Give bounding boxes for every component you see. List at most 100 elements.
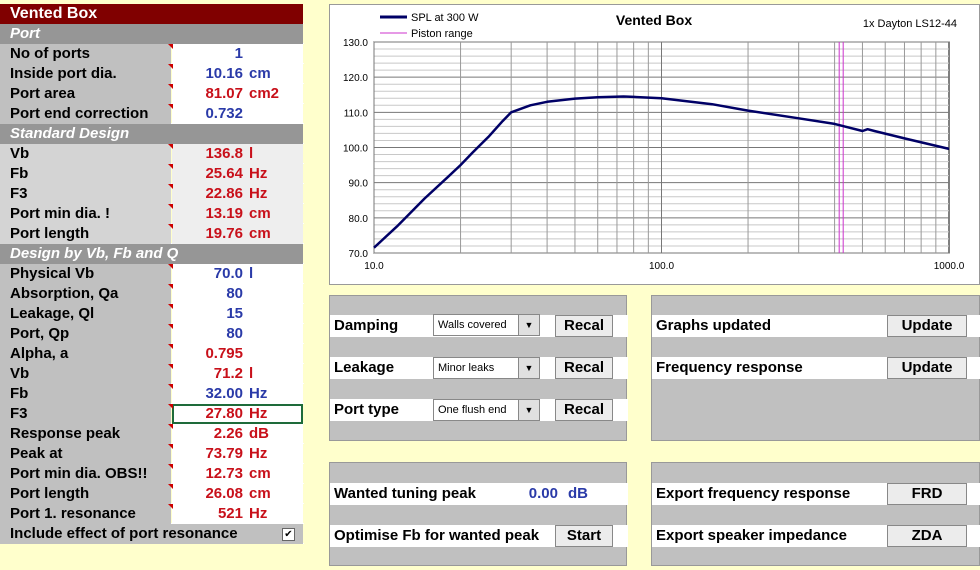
- param-row: Port, Qp 80: [0, 324, 304, 344]
- param-value: 73.79: [205, 445, 243, 462]
- param-value-cell[interactable]: 13.19 cm: [172, 204, 303, 224]
- param-value: 80: [226, 325, 243, 342]
- param-row: Port area 81.07 cm2: [0, 84, 304, 104]
- graphs-update-button[interactable]: Update: [887, 315, 967, 337]
- export-frd-label: Export frequency response: [656, 485, 851, 502]
- param-value-cell[interactable]: 27.80 Hz: [172, 404, 303, 424]
- chevron-down-icon[interactable]: ▼: [518, 358, 539, 378]
- porttype-dropdown[interactable]: One flush end ▼: [433, 399, 540, 421]
- param-label: Fb: [0, 164, 171, 184]
- comment-marker-icon: [168, 464, 173, 469]
- param-value-cell[interactable]: 0.732: [172, 104, 303, 124]
- chevron-down-icon[interactable]: ▼: [518, 400, 539, 420]
- param-value-cell[interactable]: 2.26 dB: [172, 424, 303, 444]
- comment-marker-icon: [168, 144, 173, 149]
- param-value-cell[interactable]: 15: [172, 304, 303, 324]
- chevron-down-icon[interactable]: ▼: [518, 315, 539, 335]
- comment-marker-icon: [168, 44, 173, 49]
- freqresp-update-button[interactable]: Update: [887, 357, 967, 379]
- y-tick-label: 80.0: [349, 214, 369, 225]
- wanted-peak-input[interactable]: 0.00 dB: [496, 483, 610, 505]
- export-zda-label: Export speaker impedance: [656, 527, 847, 544]
- param-value-cell[interactable]: 70.0 l: [172, 264, 303, 284]
- param-value: 81.07: [205, 85, 243, 102]
- comment-marker-icon: [168, 64, 173, 69]
- param-row: Port length 26.08 cm: [0, 484, 304, 504]
- param-unit: Hz: [249, 385, 268, 402]
- param-value-cell[interactable]: 0.795: [172, 344, 303, 364]
- param-row: Port 1. resonance 521 Hz: [0, 504, 304, 524]
- param-row: Vb 136.8 l: [0, 144, 304, 164]
- param-unit: dB: [249, 425, 269, 442]
- x-tick-label: 100.0: [649, 261, 674, 272]
- param-value-cell[interactable]: 19.76 cm: [172, 224, 303, 244]
- comment-marker-icon: [168, 304, 173, 309]
- comment-marker-icon: [168, 224, 173, 229]
- param-value-cell[interactable]: 80: [172, 324, 303, 344]
- param-value-cell[interactable]: 81.07 cm2: [172, 84, 303, 104]
- param-row: F3 22.86 Hz: [0, 184, 304, 204]
- porttype-recal-button[interactable]: Recal: [555, 399, 613, 421]
- param-value: 80: [226, 285, 243, 302]
- param-value: 136.8: [205, 145, 243, 162]
- param-value-cell[interactable]: 136.8 l: [172, 144, 303, 164]
- param-value: 0.795: [205, 345, 243, 362]
- param-label: Port end correction: [0, 104, 171, 124]
- y-tick-label: 70.0: [349, 249, 369, 260]
- comment-marker-icon: [168, 404, 173, 409]
- param-row: Fb 32.00 Hz: [0, 384, 304, 404]
- param-value: 71.2: [213, 365, 243, 382]
- spl-chart: 70.0 80.0 90.0 100.0 110.0 120.0 130.0 10.0 100.…: [329, 4, 980, 285]
- param-label: No of ports: [0, 44, 171, 64]
- standard-section-header-label: Standard Design: [0, 124, 303, 144]
- param-value-cell[interactable]: 25.64 Hz: [172, 164, 303, 184]
- include-port-resonance-row: Include effect of port resonance ✔: [0, 524, 304, 544]
- param-value-cell[interactable]: 12.73 cm: [172, 464, 303, 484]
- wanted-peak-value: 0.00: [528, 485, 558, 502]
- comment-marker-icon: [168, 384, 173, 389]
- param-row: Alpha, a 0.795: [0, 344, 304, 364]
- param-label: Port, Qp: [0, 324, 171, 344]
- standard-section-header: Standard Design: [0, 124, 304, 144]
- param-value-cell[interactable]: 26.08 cm: [172, 484, 303, 504]
- param-label: Alpha, a: [0, 344, 171, 364]
- chart-title: Vented Box: [616, 12, 692, 28]
- param-value: 32.00: [205, 385, 243, 402]
- tuning-panel: Wanted tuning peak 0.00 dB Optimise Fb f…: [329, 462, 628, 566]
- optimise-start-button[interactable]: Start: [555, 525, 613, 547]
- param-row: Leakage, Ql 15: [0, 304, 304, 324]
- damping-dropdown[interactable]: Walls covered ▼: [433, 314, 540, 336]
- param-value: 70.0: [213, 265, 243, 282]
- param-value-cell[interactable]: 1: [172, 44, 303, 64]
- param-unit: Hz: [249, 505, 268, 522]
- param-value-cell[interactable]: 10.16 cm: [172, 64, 303, 84]
- param-value-cell[interactable]: 73.79 Hz: [172, 444, 303, 464]
- param-label: Fb: [0, 384, 171, 404]
- comment-marker-icon: [168, 184, 173, 189]
- param-value-cell[interactable]: 22.86 Hz: [172, 184, 303, 204]
- param-row: Peak at 73.79 Hz: [0, 444, 304, 464]
- comment-marker-icon: [168, 84, 173, 89]
- y-tick-label: 90.0: [349, 179, 369, 190]
- param-unit: l: [249, 265, 254, 282]
- param-unit: Hz: [249, 445, 268, 462]
- param-unit: cm: [249, 205, 271, 222]
- export-frd-button[interactable]: FRD: [887, 483, 967, 505]
- comment-marker-icon: [168, 344, 173, 349]
- export-zda-button[interactable]: ZDA: [887, 525, 967, 547]
- param-unit: l: [249, 365, 254, 382]
- include-port-resonance-checkbox[interactable]: ✔: [282, 528, 295, 541]
- damping-recal-button[interactable]: Recal: [555, 315, 613, 337]
- param-value-cell[interactable]: 32.00 Hz: [172, 384, 303, 404]
- param-label: Port area: [0, 84, 171, 104]
- param-value-cell[interactable]: 80: [172, 284, 303, 304]
- param-value-cell[interactable]: 521 Hz: [172, 504, 303, 524]
- wanted-label: Wanted tuning peak: [334, 485, 476, 502]
- param-value-cell[interactable]: 71.2 l: [172, 364, 303, 384]
- param-value: 521: [217, 505, 243, 522]
- leakage-recal-button[interactable]: Recal: [555, 357, 613, 379]
- update-panel: Graphs updated Update Frequency response…: [651, 295, 980, 441]
- param-value: 25.64: [205, 165, 243, 182]
- leakage-dropdown[interactable]: Minor leaks ▼: [433, 357, 540, 379]
- param-value: 2.26: [213, 425, 243, 442]
